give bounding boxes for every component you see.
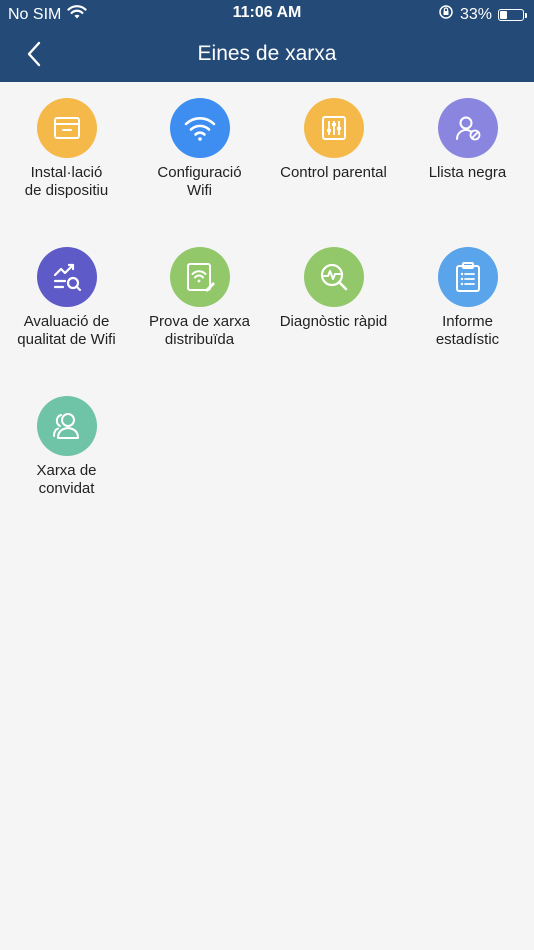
page-title: Eines de xarxa: [197, 42, 337, 65]
nav-bar: Eines de xarxa: [0, 28, 534, 82]
tool-guest-network[interactable]: Xarxa de convidat: [0, 396, 133, 498]
trend-search-icon: [36, 247, 97, 307]
tool-wifi-quality[interactable]: Avaluació de qualitat de Wifi: [0, 247, 133, 349]
tool-statistics-report[interactable]: Informe estadístic: [401, 247, 534, 349]
guests-icon: [36, 396, 97, 456]
sliders-icon: [303, 98, 364, 158]
tool-blacklist[interactable]: Llista negra: [401, 98, 534, 182]
tool-label: Llista negra: [428, 164, 507, 181]
orientation-lock-icon: [438, 4, 454, 25]
app-header: No SIM 11:06 AM 33% Eines de xarxa: [0, 0, 534, 82]
user-blocked-icon: [437, 98, 498, 158]
tool-label: Configuració Wifi: [157, 164, 242, 199]
tool-label: Prova de xarxa distribuïda: [149, 313, 250, 348]
tool-wifi-config[interactable]: Configuració Wifi: [133, 98, 266, 200]
status-right: 33%: [438, 4, 527, 25]
tool-label: Avaluació de qualitat de Wifi: [17, 313, 116, 348]
battery-icon: [498, 8, 527, 21]
tool-label: Instal·lació de dispositiu: [24, 164, 109, 199]
device-box-icon: [36, 98, 97, 158]
wave-search-icon: [303, 247, 364, 307]
wifi-icon: [169, 98, 230, 158]
tool-label: Xarxa de convidat: [36, 462, 97, 497]
status-bar: No SIM 11:06 AM 33%: [0, 0, 534, 28]
tool-label: Informe estadístic: [435, 313, 500, 348]
tool-quick-diagnosis[interactable]: Diagnòstic ràpid: [267, 247, 400, 331]
battery-percent: 33%: [459, 5, 492, 23]
battery-level: [500, 10, 507, 19]
tool-parental-control[interactable]: Control parental: [267, 98, 400, 182]
tool-label: Control parental: [280, 164, 387, 181]
wifi-doc-edit-icon: [169, 247, 230, 307]
tool-distributed-network-test[interactable]: Prova de xarxa distribuïda: [133, 247, 266, 349]
tool-label: Diagnòstic ràpid: [279, 313, 388, 330]
tool-device-installation[interactable]: Instal·lació de dispositiu: [0, 98, 133, 200]
clipboard-list-icon: [437, 247, 498, 307]
